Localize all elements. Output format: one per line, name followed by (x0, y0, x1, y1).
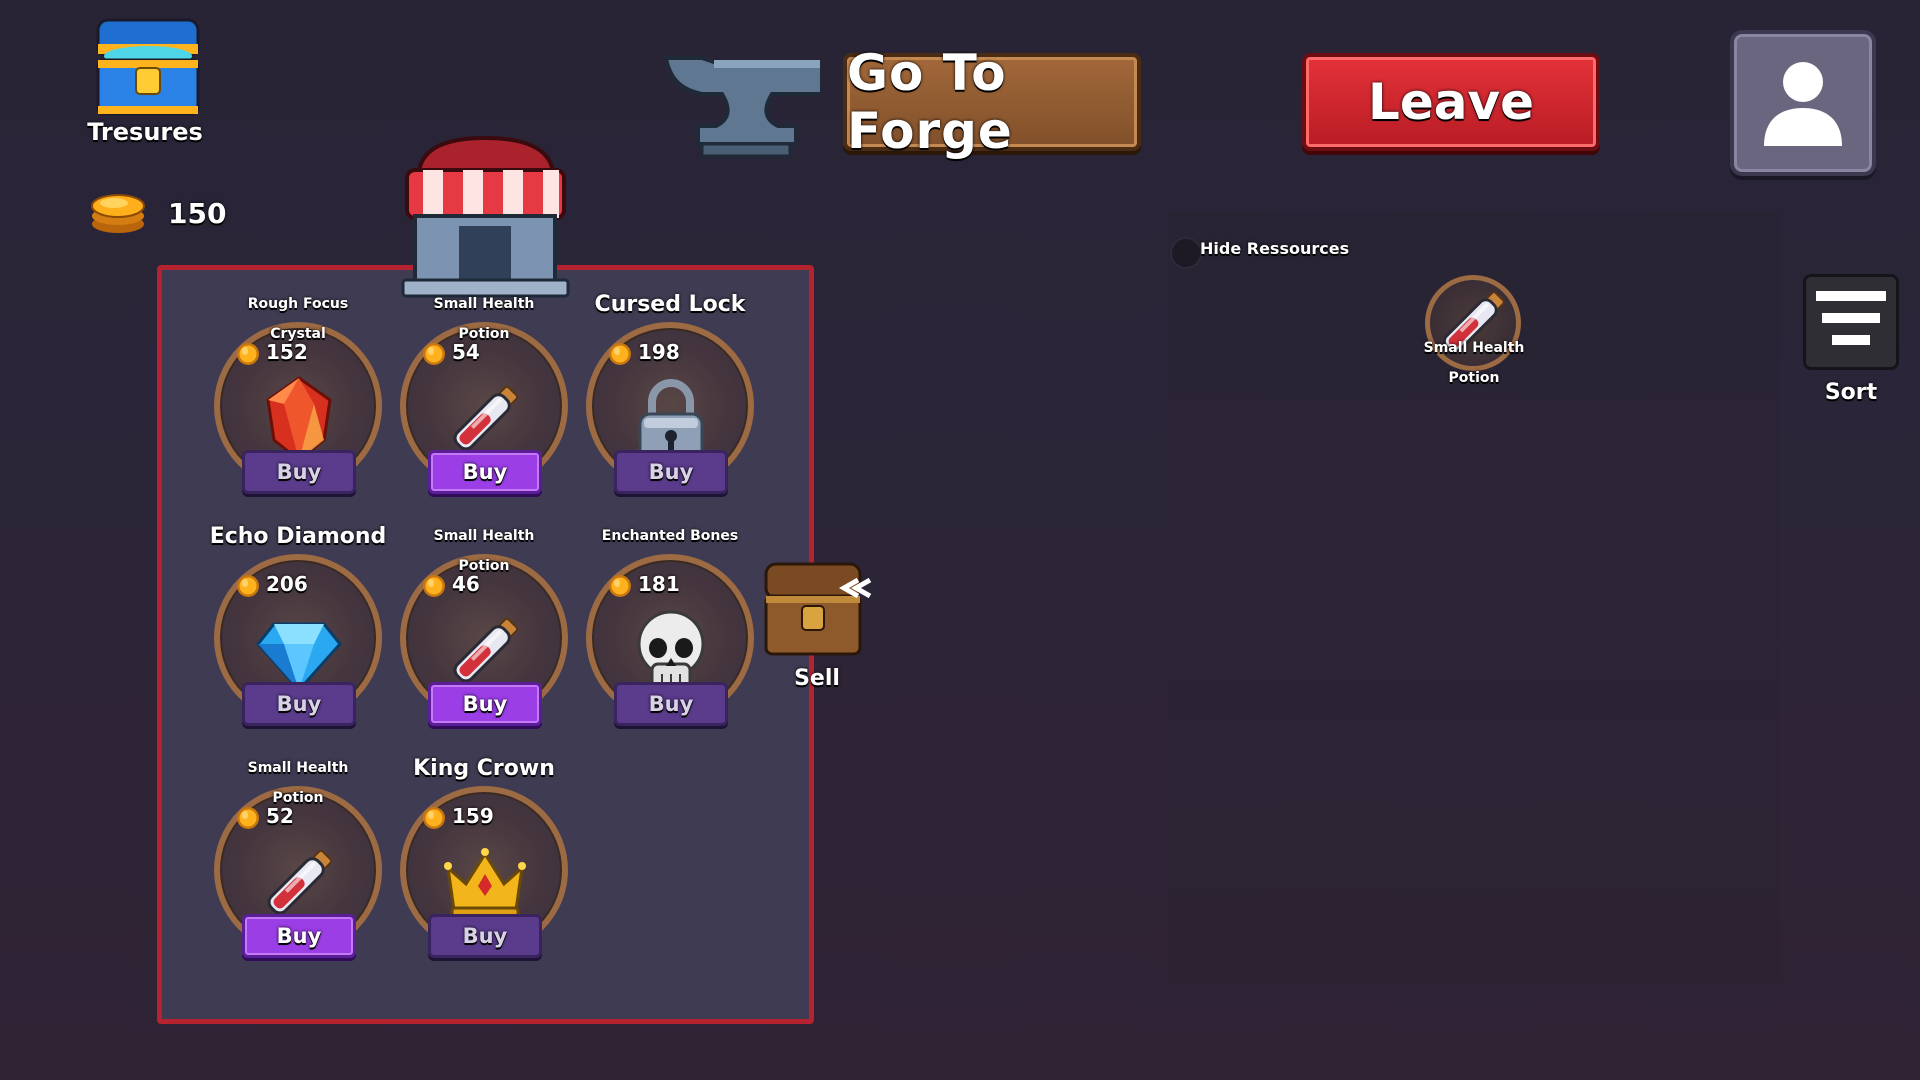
coin-icon (422, 342, 446, 366)
buy-button[interactable]: Buy (242, 682, 356, 726)
item-price: 152 (266, 340, 308, 364)
item-name: Rough Focus (247, 296, 349, 312)
sell-label: Sell (794, 666, 840, 691)
buy-button[interactable]: Buy (428, 682, 542, 726)
shop-item-slot[interactable]: Small Health Potion 52 Buy (210, 760, 386, 960)
shop-item-slot[interactable]: Small Health Potion 54 Buy (396, 296, 572, 496)
item-name: Small Health (433, 296, 535, 312)
buy-button[interactable]: Buy (614, 450, 728, 494)
profile-button[interactable] (1730, 30, 1876, 176)
shop-item-slot[interactable]: Enchanted Bones 181 Buy (582, 528, 758, 728)
hide-resources-toggle[interactable] (1170, 237, 1202, 269)
item-name: Echo Diamond (209, 524, 387, 549)
item-price: 181 (638, 572, 680, 596)
inventory-item-sublabel: Potion (1448, 370, 1500, 386)
item-name: Small Health (433, 528, 535, 544)
treasures-label: Tresures (87, 118, 203, 146)
coin-balance: 150 (168, 197, 227, 230)
coin-icon (236, 342, 260, 366)
item-name: Small Health (247, 760, 349, 776)
item-subtitle: Potion (458, 326, 510, 342)
item-price: 52 (266, 804, 294, 828)
shop-item-slot[interactable]: King Crown 159 Buy (396, 756, 572, 960)
buy-button[interactable]: Buy (428, 450, 542, 494)
item-price: 198 (638, 340, 680, 364)
coin-icon (236, 574, 260, 598)
leave-button[interactable]: Leave (1302, 53, 1600, 151)
inventory-item-slot[interactable] (1425, 275, 1521, 371)
shop-item-slot[interactable]: Echo Diamond 206 Buy (210, 524, 386, 728)
item-subtitle: Potion (458, 558, 510, 574)
item-price: 54 (452, 340, 480, 364)
coin-icon (422, 574, 446, 598)
shop-stall-icon (401, 135, 570, 298)
coin-icon (608, 574, 632, 598)
treasure-chest-icon[interactable] (92, 16, 204, 120)
item-name: Cursed Lock (594, 292, 746, 317)
coin-stack-icon (91, 194, 145, 233)
item-price: 46 (452, 572, 480, 596)
sell-chest-icon[interactable] (762, 556, 872, 660)
coin-icon (608, 342, 632, 366)
hide-resources-label: Hide Ressources (1200, 239, 1350, 258)
item-name: King Crown (413, 756, 555, 781)
sort-icon (1816, 291, 1886, 345)
shop-item-slot[interactable]: Cursed Lock 198 Buy (582, 292, 758, 496)
shop-item-slot[interactable]: Rough Focus Crystal 152 Buy (210, 296, 386, 496)
shop-item-slot[interactable]: Small Health Potion 46 Buy (396, 528, 572, 728)
item-subtitle: Potion (272, 790, 324, 806)
buy-button[interactable]: Buy (614, 682, 728, 726)
item-price: 206 (266, 572, 308, 596)
inventory-item-label: Small Health (1423, 340, 1525, 356)
go-to-forge-button[interactable]: Go To Forge (843, 44, 1141, 160)
sort-label: Sort (1824, 380, 1878, 405)
item-name: Enchanted Bones (601, 528, 739, 544)
coin-icon (422, 806, 446, 830)
user-icon (1764, 62, 1842, 146)
buy-button[interactable]: Buy (242, 450, 356, 494)
buy-button[interactable]: Buy (428, 914, 542, 958)
buy-button[interactable]: Buy (242, 914, 356, 958)
anvil-icon[interactable] (662, 50, 822, 160)
coin-icon (236, 806, 260, 830)
item-price: 159 (452, 804, 494, 828)
sort-button[interactable] (1803, 274, 1899, 370)
